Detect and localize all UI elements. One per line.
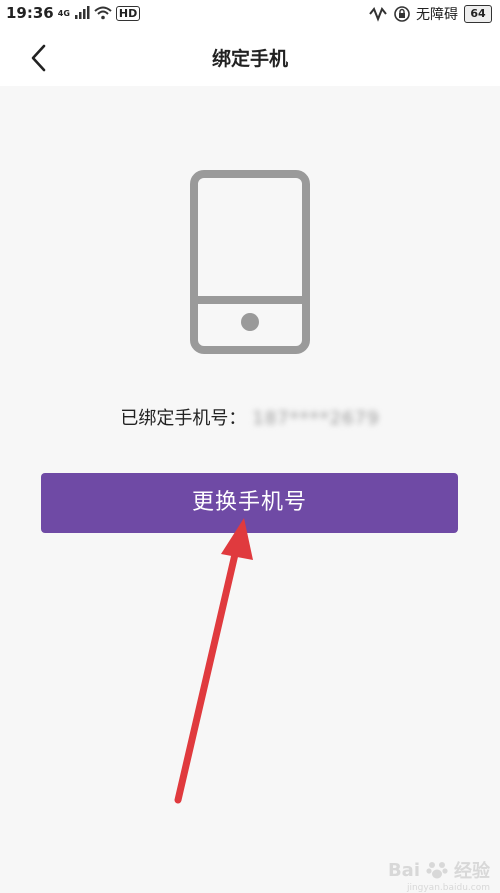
watermark-url: jingyan.baidu.com: [406, 883, 490, 893]
bound-phone-label: 已绑定手机号：: [120, 408, 247, 429]
nav-bar: 绑定手机: [0, 28, 500, 86]
wifi-icon: [94, 6, 112, 20]
status-bar: 19:36 4G HD 无障碍 64: [0, 0, 500, 28]
lock-icon: [394, 6, 410, 22]
paw-icon: [426, 862, 448, 879]
signal-icon: [74, 6, 90, 19]
phone-icon: [190, 170, 310, 354]
watermark: Bai 经验: [388, 857, 490, 883]
bound-phone-line: 已绑定手机号： 187****2679: [0, 404, 500, 430]
change-phone-button[interactable]: 更换手机号: [41, 473, 458, 533]
vibrate-icon: [369, 7, 387, 22]
status-right: 无障碍 64: [368, 4, 492, 24]
status-left: 19:36 4G HD: [6, 4, 141, 22]
watermark-brand: Bai: [387, 859, 420, 881]
status-time: 19:36: [6, 4, 54, 22]
network-type-label: 4G: [57, 8, 70, 18]
accessibility-label: 无障碍: [416, 7, 458, 23]
main-content: 已绑定手机号： 187****2679 更换手机号: [0, 86, 500, 889]
battery-icon: 64: [464, 5, 492, 23]
hd-badge: HD: [115, 5, 141, 21]
bound-phone-number: 187****2679: [252, 408, 380, 429]
page-title: 绑定手机: [211, 48, 288, 70]
watermark-suffix: 经验: [454, 861, 490, 882]
